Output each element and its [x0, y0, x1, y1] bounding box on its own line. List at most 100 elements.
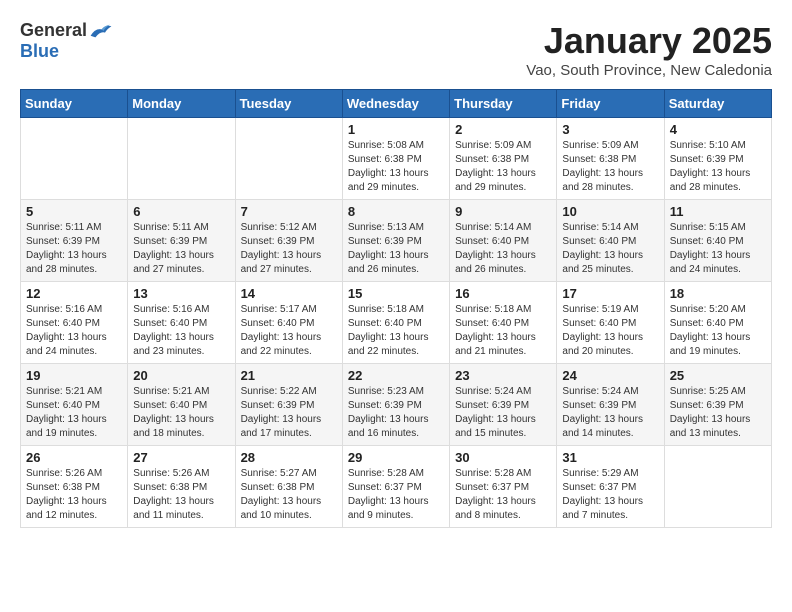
calendar-cell: 14 Sunrise: 5:17 AMSunset: 6:40 PMDayligh…: [235, 282, 342, 364]
day-number: 3: [562, 122, 658, 137]
page-header: General Blue January 2025 Vao, South Pro…: [20, 20, 772, 79]
day-info: Sunrise: 5:26 AMSunset: 6:38 PMDaylight:…: [133, 467, 229, 523]
day-number: 22: [348, 368, 444, 383]
day-info: Sunrise: 5:27 AMSunset: 6:38 PMDaylight:…: [241, 467, 337, 523]
day-number: 17: [562, 286, 658, 301]
calendar-cell: 7 Sunrise: 5:12 AMSunset: 6:39 PMDaylight…: [235, 200, 342, 282]
weekday-header: Tuesday: [235, 90, 342, 118]
calendar-week-row: 1Sunrise: 5:08 AMSunset: 6:38 PMDaylight…: [21, 118, 772, 200]
calendar-week-row: 19 Sunrise: 5:21 AMSunset: 6:40 PMDayligh…: [21, 364, 772, 446]
weekday-header: Sunday: [21, 90, 128, 118]
calendar-cell: 4Sunrise: 5:10 AMSunset: 6:39 PMDaylight…: [664, 118, 771, 200]
calendar-cell: [235, 118, 342, 200]
location-subtitle: Vao, South Province, New Caledonia: [526, 62, 772, 79]
day-number: 29: [348, 450, 444, 465]
day-number: 15: [348, 286, 444, 301]
calendar-cell: 17 Sunrise: 5:19 AMSunset: 6:40 PMDayligh…: [557, 282, 664, 364]
calendar-cell: 6 Sunrise: 5:11 AMSunset: 6:39 PMDaylight…: [128, 200, 235, 282]
calendar-cell: 9Sunrise: 5:14 AMSunset: 6:40 PMDaylight…: [450, 200, 557, 282]
day-info: Sunrise: 5:25 AMSunset: 6:39 PMDaylight:…: [670, 385, 766, 441]
calendar-cell: 27 Sunrise: 5:26 AMSunset: 6:38 PMDayligh…: [128, 446, 235, 528]
day-info: Sunrise: 5:24 AMSunset: 6:39 PMDaylight:…: [562, 385, 658, 441]
day-info: Sunrise: 5:19 AMSunset: 6:40 PMDaylight:…: [562, 303, 658, 359]
calendar-cell: 31 Sunrise: 5:29 AMSunset: 6:37 PMDayligh…: [557, 446, 664, 528]
day-number: 7: [241, 204, 337, 219]
calendar-cell: [21, 118, 128, 200]
calendar-cell: 29 Sunrise: 5:28 AMSunset: 6:37 PMDayligh…: [342, 446, 449, 528]
calendar-header-row: SundayMondayTuesdayWednesdayThursdayFrid…: [21, 90, 772, 118]
weekday-header: Friday: [557, 90, 664, 118]
day-info: Sunrise: 5:28 AMSunset: 6:37 PMDaylight:…: [348, 467, 444, 523]
day-number: 11: [670, 204, 766, 219]
day-info: Sunrise: 5:08 AMSunset: 6:38 PMDaylight:…: [348, 139, 444, 195]
day-info: Sunrise: 5:18 AMSunset: 6:40 PMDaylight:…: [455, 303, 551, 359]
day-info: Sunrise: 5:20 AMSunset: 6:40 PMDaylight:…: [670, 303, 766, 359]
day-info: Sunrise: 5:18 AMSunset: 6:40 PMDaylight:…: [348, 303, 444, 359]
day-info: Sunrise: 5:09 AMSunset: 6:38 PMDaylight:…: [455, 139, 551, 195]
calendar-cell: 5 Sunrise: 5:11 AMSunset: 6:39 PMDaylight…: [21, 200, 128, 282]
day-info: Sunrise: 5:13 AMSunset: 6:39 PMDaylight:…: [348, 221, 444, 277]
calendar-cell: 20 Sunrise: 5:21 AMSunset: 6:40 PMDayligh…: [128, 364, 235, 446]
day-number: 19: [26, 368, 122, 383]
day-info: Sunrise: 5:09 AMSunset: 6:38 PMDaylight:…: [562, 139, 658, 195]
day-number: 31: [562, 450, 658, 465]
day-number: 16: [455, 286, 551, 301]
calendar-cell: [664, 446, 771, 528]
day-info: Sunrise: 5:15 AMSunset: 6:40 PMDaylight:…: [670, 221, 766, 277]
day-number: 26: [26, 450, 122, 465]
calendar-table: SundayMondayTuesdayWednesdayThursdayFrid…: [20, 89, 772, 528]
calendar-cell: 3 Sunrise: 5:09 AMSunset: 6:38 PMDaylight…: [557, 118, 664, 200]
day-info: Sunrise: 5:12 AMSunset: 6:39 PMDaylight:…: [241, 221, 337, 277]
calendar-cell: 15 Sunrise: 5:18 AMSunset: 6:40 PMDayligh…: [342, 282, 449, 364]
weekday-header: Thursday: [450, 90, 557, 118]
day-info: Sunrise: 5:26 AMSunset: 6:38 PMDaylight:…: [26, 467, 122, 523]
logo-bird-icon: [89, 21, 113, 41]
day-info: Sunrise: 5:11 AMSunset: 6:39 PMDaylight:…: [26, 221, 122, 277]
day-number: 12: [26, 286, 122, 301]
day-number: 10: [562, 204, 658, 219]
day-info: Sunrise: 5:23 AMSunset: 6:39 PMDaylight:…: [348, 385, 444, 441]
logo-blue-text: Blue: [20, 41, 59, 62]
day-info: Sunrise: 5:24 AMSunset: 6:39 PMDaylight:…: [455, 385, 551, 441]
calendar-cell: 18Sunrise: 5:20 AMSunset: 6:40 PMDayligh…: [664, 282, 771, 364]
calendar-week-row: 5 Sunrise: 5:11 AMSunset: 6:39 PMDaylight…: [21, 200, 772, 282]
day-info: Sunrise: 5:11 AMSunset: 6:39 PMDaylight:…: [133, 221, 229, 277]
day-info: Sunrise: 5:14 AMSunset: 6:40 PMDaylight:…: [562, 221, 658, 277]
calendar-week-row: 12 Sunrise: 5:16 AMSunset: 6:40 PMDayligh…: [21, 282, 772, 364]
day-number: 2: [455, 122, 551, 137]
calendar-week-row: 26 Sunrise: 5:26 AMSunset: 6:38 PMDayligh…: [21, 446, 772, 528]
day-number: 23: [455, 368, 551, 383]
day-info: Sunrise: 5:16 AMSunset: 6:40 PMDaylight:…: [133, 303, 229, 359]
day-number: 9: [455, 204, 551, 219]
calendar-cell: 22 Sunrise: 5:23 AMSunset: 6:39 PMDayligh…: [342, 364, 449, 446]
weekday-header: Monday: [128, 90, 235, 118]
calendar-cell: 13Sunrise: 5:16 AMSunset: 6:40 PMDayligh…: [128, 282, 235, 364]
calendar-cell: 30Sunrise: 5:28 AMSunset: 6:37 PMDayligh…: [450, 446, 557, 528]
day-info: Sunrise: 5:22 AMSunset: 6:39 PMDaylight:…: [241, 385, 337, 441]
day-number: 14: [241, 286, 337, 301]
calendar-cell: 24Sunrise: 5:24 AMSunset: 6:39 PMDayligh…: [557, 364, 664, 446]
logo-general-text: General: [20, 20, 87, 41]
calendar-cell: 26 Sunrise: 5:26 AMSunset: 6:38 PMDayligh…: [21, 446, 128, 528]
day-number: 27: [133, 450, 229, 465]
calendar-cell: 23 Sunrise: 5:24 AMSunset: 6:39 PMDayligh…: [450, 364, 557, 446]
day-info: Sunrise: 5:16 AMSunset: 6:40 PMDaylight:…: [26, 303, 122, 359]
calendar-cell: 10 Sunrise: 5:14 AMSunset: 6:40 PMDayligh…: [557, 200, 664, 282]
calendar-cell: 2 Sunrise: 5:09 AMSunset: 6:38 PMDaylight…: [450, 118, 557, 200]
calendar-cell: 28Sunrise: 5:27 AMSunset: 6:38 PMDayligh…: [235, 446, 342, 528]
day-number: 5: [26, 204, 122, 219]
calendar-cell: 1Sunrise: 5:08 AMSunset: 6:38 PMDaylight…: [342, 118, 449, 200]
day-number: 21: [241, 368, 337, 383]
day-info: Sunrise: 5:17 AMSunset: 6:40 PMDaylight:…: [241, 303, 337, 359]
calendar-cell: 11 Sunrise: 5:15 AMSunset: 6:40 PMDayligh…: [664, 200, 771, 282]
day-info: Sunrise: 5:29 AMSunset: 6:37 PMDaylight:…: [562, 467, 658, 523]
calendar-cell: [128, 118, 235, 200]
weekday-header: Saturday: [664, 90, 771, 118]
calendar-cell: 8Sunrise: 5:13 AMSunset: 6:39 PMDaylight…: [342, 200, 449, 282]
day-number: 6: [133, 204, 229, 219]
day-number: 25: [670, 368, 766, 383]
day-number: 20: [133, 368, 229, 383]
title-block: January 2025 Vao, South Province, New Ca…: [526, 20, 772, 79]
day-info: Sunrise: 5:21 AMSunset: 6:40 PMDaylight:…: [133, 385, 229, 441]
day-info: Sunrise: 5:28 AMSunset: 6:37 PMDaylight:…: [455, 467, 551, 523]
